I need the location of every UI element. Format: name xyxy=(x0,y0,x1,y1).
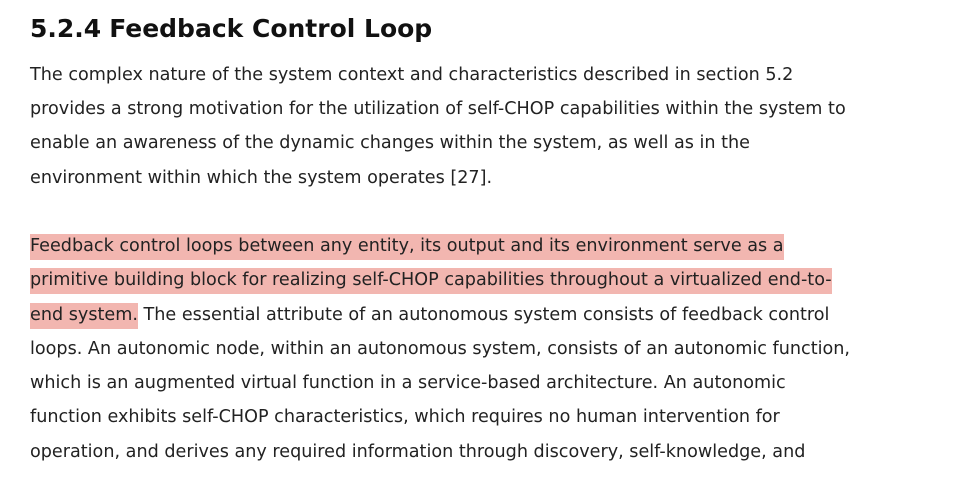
paragraph-line: loops. An autonomic node, within an auto… xyxy=(30,339,851,359)
paragraph-line: end system. The essential attribute of a… xyxy=(30,298,829,332)
section-title: Feedback Control Loop xyxy=(109,14,433,43)
paragraph-line: which is an augmented virtual function i… xyxy=(30,373,786,393)
paragraph-line: primitive building block for realizing s… xyxy=(30,263,832,297)
paragraph-line: operation, and derives any required info… xyxy=(30,442,806,462)
paragraph-line: environment within which the system oper… xyxy=(30,168,493,188)
paragraph-line: provides a strong motivation for the uti… xyxy=(30,99,846,119)
highlighted-text[interactable]: end system. xyxy=(30,303,138,329)
section-heading: 5.2.4 Feedback Control Loop xyxy=(30,10,432,48)
paragraph-text: The essential attribute of an autonomous… xyxy=(137,305,830,325)
paragraph-line: function exhibits self-CHOP characterist… xyxy=(30,407,780,427)
highlighted-text[interactable]: Feedback control loops between any entit… xyxy=(30,234,784,260)
paragraph-line: Feedback control loops between any entit… xyxy=(30,229,784,263)
highlighted-text[interactable]: primitive building block for realizing s… xyxy=(30,268,832,294)
paragraph-line: enable an awareness of the dynamic chang… xyxy=(30,133,750,153)
paragraph-line: The complex nature of the system context… xyxy=(30,65,794,85)
section-number: 5.2.4 xyxy=(30,14,102,43)
